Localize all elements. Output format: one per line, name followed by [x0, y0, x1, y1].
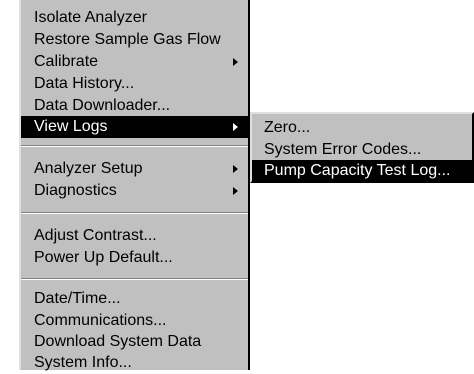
- submenu-item-system-error-codes[interactable]: System Error Codes...: [252, 139, 472, 161]
- menu-separator: [21, 212, 248, 214]
- menu-item-label: Download System Data: [34, 333, 202, 350]
- menu-item-view-logs[interactable]: View Logs: [21, 116, 248, 138]
- submenu-item-label: Zero...: [264, 119, 311, 136]
- menu-item-diagnostics[interactable]: Diagnostics: [21, 180, 248, 202]
- menu-item-data-history[interactable]: Data History...: [21, 73, 248, 95]
- menu-item-label: Isolate Analyzer: [34, 9, 147, 26]
- menu-item-data-downloader[interactable]: Data Downloader...: [21, 95, 248, 117]
- menu-item-label: Diagnostics: [34, 182, 117, 199]
- menu-item-adjust-contrast[interactable]: Adjust Contrast...: [21, 225, 248, 247]
- submenu-item-zero[interactable]: Zero...: [252, 117, 472, 139]
- menu-item-communications[interactable]: Communications...: [21, 310, 248, 332]
- menu-item-label: System Info...: [34, 354, 132, 371]
- submenu-arrow-icon: [233, 187, 238, 195]
- menu-item-label: Data Downloader...: [34, 97, 171, 114]
- submenu-arrow-icon: [233, 123, 238, 131]
- menu-item-label: Data History...: [34, 75, 135, 92]
- menu-item-label: Calibrate: [34, 53, 99, 70]
- submenu-item-label: System Error Codes...: [264, 141, 422, 158]
- menu-item-analyzer-setup[interactable]: Analyzer Setup: [21, 158, 248, 180]
- menu-item-label: Power Up Default...: [34, 249, 173, 266]
- menu-item-date-time[interactable]: Date/Time...: [21, 288, 248, 310]
- submenu-item-pump-capacity-test-log[interactable]: Pump Capacity Test Log...: [252, 160, 472, 182]
- menu-separator: [21, 145, 248, 147]
- submenu-arrow-icon: [233, 165, 238, 173]
- menu-item-label: View Logs: [34, 118, 108, 135]
- menu-item-restore-sample-gas-flow[interactable]: Restore Sample Gas Flow: [21, 29, 248, 51]
- menu-item-download-system-data[interactable]: Download System Data: [21, 331, 248, 353]
- submenu-arrow-icon: [233, 58, 238, 66]
- menu-item-label: Date/Time...: [34, 290, 121, 307]
- submenu-item-label: Pump Capacity Test Log...: [264, 162, 451, 179]
- menu-separator: [21, 278, 248, 280]
- menu-item-label: Adjust Contrast...: [34, 227, 157, 244]
- menu-item-label: Communications...: [34, 312, 167, 329]
- menu-item-label: Restore Sample Gas Flow: [34, 31, 221, 48]
- menu-item-power-up-default[interactable]: Power Up Default...: [21, 247, 248, 269]
- menu-item-calibrate[interactable]: Calibrate: [21, 51, 248, 73]
- menu-item-isolate-analyzer[interactable]: Isolate Analyzer: [21, 7, 248, 29]
- main-context-menu: Isolate Analyzer Restore Sample Gas Flow…: [19, 0, 250, 371]
- menu-item-label: Analyzer Setup: [34, 160, 143, 177]
- menu-item-system-info[interactable]: System Info...: [21, 352, 248, 374]
- view-logs-submenu: Zero... System Error Codes... Pump Capac…: [250, 112, 474, 183]
